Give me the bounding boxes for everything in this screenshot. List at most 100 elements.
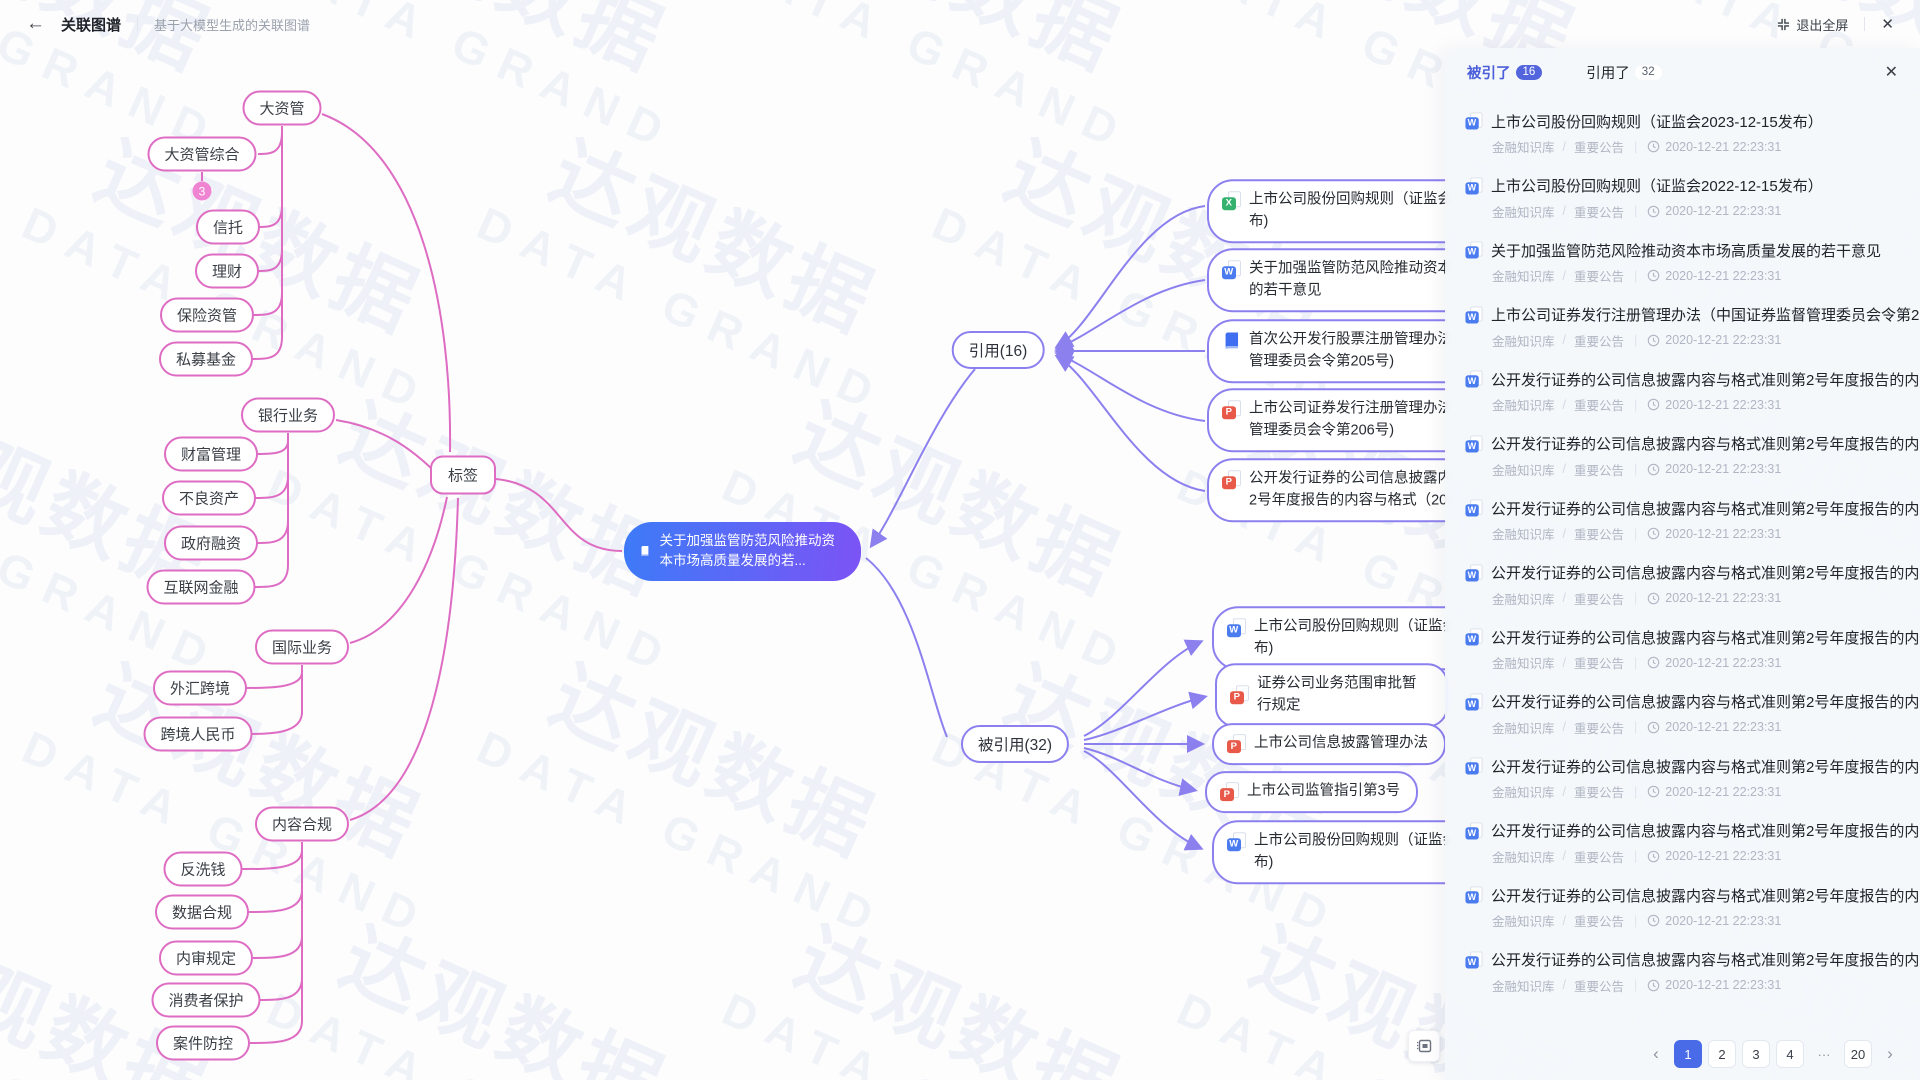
doc-timestamp: 2020-12-21 22:23:31 (1665, 333, 1781, 347)
citedby-doc-node[interactable]: P上市公司监管指引第3号 (1205, 771, 1418, 813)
knowledge-base-label: 金融知识库 (1492, 653, 1555, 672)
collapsed-count-badge[interactable]: 3 (193, 182, 212, 201)
chevron-left-icon[interactable]: ‹ (1644, 1040, 1668, 1068)
tab-cited-by[interactable]: 被引了 16 (1467, 62, 1542, 83)
word-doc-icon: W (1465, 112, 1482, 129)
doc-title: 公开发行证券的公司信息披露内容与格式准则第2号年度报告的内… (1491, 885, 1920, 906)
tags-root-node[interactable]: 标签 (430, 456, 496, 495)
doc-title: 上市公司证券发行注册管理办法（中国证券监督管理委员会令第2… (1491, 304, 1920, 325)
tag-node[interactable]: 政府融资 (164, 526, 258, 561)
close-icon[interactable]: ✕ (1881, 15, 1894, 33)
knowledge-base-label: 金融知识库 (1492, 202, 1555, 221)
page-button[interactable]: 20 (1844, 1040, 1872, 1068)
doc-timestamp: 2020-12-21 22:23:31 (1665, 914, 1781, 928)
doc-title: 上市公司股份回购规则（证监会2023-12-15发布） (1491, 111, 1823, 132)
document-list-item[interactable]: W上市公司股份回购规则（证监会2023-12-15发布）金融知识库/重要公告|2… (1465, 108, 1920, 173)
tag-node[interactable]: 信托 (196, 210, 260, 245)
minimap-toggle-button[interactable] (1408, 1030, 1440, 1062)
cited-doc-node[interactable]: P公开发行证券的公司信息披露内2号年度报告的内容与格式（20 (1207, 458, 1448, 522)
cited-doc-node[interactable]: W关于加强监管防范风险推动资本的若干意见 (1207, 248, 1448, 312)
page-button[interactable]: 3 (1742, 1040, 1770, 1068)
page-button[interactable]: 1 (1674, 1040, 1702, 1068)
knowledge-graph-canvas[interactable]: 大资管大资管综合信托理财保险资管私募基金银行业务财富管理不良资产政府融资互联网金… (0, 0, 1448, 1080)
citedby-doc-node[interactable]: P证券公司业务范围审批暂行规定 (1215, 663, 1448, 727)
tag-node[interactable]: 大资管综合 (147, 137, 256, 172)
cited-doc-node[interactable]: X上市公司股份回购规则（证监会布) (1207, 179, 1448, 243)
tag-node[interactable]: 跨境人民币 (143, 717, 252, 752)
cited-by-count-badge: 16 (1516, 65, 1543, 80)
knowledge-base-label: 金融知识库 (1492, 460, 1555, 479)
header-divider (137, 17, 138, 31)
document-list-item[interactable]: W公开发行证券的公司信息披露内容与格式准则第2号年度报告的内…金融知识库/重要公… (1465, 818, 1920, 883)
exit-fullscreen-button[interactable]: 退出全屏 (1777, 15, 1848, 34)
document-list-item[interactable]: W公开发行证券的公司信息披露内容与格式准则第2号年度报告的内…金融知识库/重要公… (1465, 753, 1920, 818)
citedby-hub-node[interactable]: 被引用(32) (961, 725, 1069, 763)
clock-icon (1647, 334, 1660, 347)
tag-node[interactable]: 国际业务 (255, 630, 349, 665)
knowledge-base-label: 金融知识库 (1492, 137, 1555, 156)
document-list: W上市公司股份回购规则（证监会2023-12-15发布）金融知识库/重要公告|2… (1445, 100, 1920, 1011)
citedby-doc-node[interactable]: W上市公司股份回购规则（证监会布) (1212, 820, 1448, 884)
tag-node[interactable]: 私募基金 (159, 342, 253, 377)
tag-node[interactable]: 银行业务 (241, 398, 335, 433)
doc-timestamp: 2020-12-21 22:23:31 (1665, 140, 1781, 154)
word-doc-icon: W (1465, 628, 1482, 645)
tag-node[interactable]: 保险资管 (160, 298, 254, 333)
ppt-doc-icon: P (1230, 686, 1249, 705)
tag-node[interactable]: 内审规定 (159, 941, 253, 976)
document-list-item[interactable]: W公开发行证券的公司信息披露内容与格式准则第2号年度报告的内…金融知识库/重要公… (1465, 689, 1920, 754)
word-doc-icon: W (1465, 177, 1482, 194)
center-document-node[interactable]: 关于加强监管防范风险推动资本市场高质量发展的若... (624, 522, 861, 581)
tag-node[interactable]: 互联网金融 (146, 570, 255, 605)
pagination-ellipsis: ··· (1810, 1040, 1838, 1068)
document-list-item[interactable]: W公开发行证券的公司信息披露内容与格式准则第2号年度报告的内…金融知识库/重要公… (1465, 495, 1920, 560)
document-list-item[interactable]: W公开发行证券的公司信息披露内容与格式准则第2号年度报告的内…金融知识库/重要公… (1465, 366, 1920, 431)
tag-node[interactable]: 大资管 (242, 91, 321, 126)
citedby-doc-node[interactable]: P上市公司信息披露管理办法 (1212, 723, 1446, 765)
panel-close-icon[interactable]: ✕ (1885, 62, 1898, 82)
document-list-item[interactable]: W上市公司股份回购规则（证监会2022-12-15发布）金融知识库/重要公告|2… (1465, 173, 1920, 238)
tag-node[interactable]: 案件防控 (156, 1026, 250, 1061)
doc-timestamp: 2020-12-21 22:23:31 (1665, 978, 1781, 992)
tag-node[interactable]: 外汇跨境 (153, 671, 247, 706)
tag-node[interactable]: 理财 (195, 254, 259, 289)
tag-node[interactable]: 反洗钱 (163, 852, 242, 887)
pagination: ‹1234···20› (1644, 1040, 1902, 1068)
word-doc-icon: W (1465, 370, 1482, 387)
tag-node[interactable]: 不良资产 (162, 481, 256, 516)
clock-icon (1647, 785, 1660, 798)
top-bar: ← 关联图谱 基于大模型生成的关联图谱 退出全屏 ✕ (0, 0, 1920, 48)
doc-timestamp: 2020-12-21 22:23:31 (1665, 398, 1781, 412)
tag-node[interactable]: 数据合规 (155, 895, 249, 930)
citedby-doc-node[interactable]: W上市公司股份回购规则（证监会布) (1212, 606, 1448, 670)
doc-tag-label: 重要公告 (1574, 137, 1624, 156)
document-list-item[interactable]: W公开发行证券的公司信息披露内容与格式准则第2号年度报告的内…金融知识库/重要公… (1465, 560, 1920, 625)
document-list-item[interactable]: W公开发行证券的公司信息披露内容与格式准则第2号年度报告的内…金融知识库/重要公… (1465, 624, 1920, 689)
document-list-item[interactable]: W公开发行证券的公司信息披露内容与格式准则第2号年度报告的内…金融知识库/重要公… (1465, 882, 1920, 947)
doc-timestamp: 2020-12-21 22:23:31 (1665, 591, 1781, 605)
clock-icon (1647, 592, 1660, 605)
cited-hub-node[interactable]: 引用(16) (952, 331, 1045, 369)
clock-icon (1647, 398, 1660, 411)
doc-tag-label: 重要公告 (1574, 718, 1624, 737)
tab-cites[interactable]: 引用了 32 (1586, 62, 1661, 83)
tag-node[interactable]: 财富管理 (164, 437, 258, 472)
tag-node[interactable]: 内容合规 (255, 807, 349, 842)
cited-doc-node[interactable]: 首次公开发行股票注册管理办法管理委员会令第205号) (1207, 319, 1448, 383)
document-list-item[interactable]: W公开发行证券的公司信息披露内容与格式准则第2号年度报告的内…金融知识库/重要公… (1465, 431, 1920, 496)
document-list-item[interactable]: W上市公司证券发行注册管理办法（中国证券监督管理委员会令第2…金融知识库/重要公… (1465, 302, 1920, 367)
page-button[interactable]: 2 (1708, 1040, 1736, 1068)
doc-tag-label: 重要公告 (1574, 266, 1624, 285)
clock-icon (1647, 721, 1660, 734)
back-arrow-icon[interactable]: ← (26, 13, 45, 35)
page-button[interactable]: 4 (1776, 1040, 1804, 1068)
tag-node[interactable]: 消费者保护 (151, 983, 260, 1018)
document-list-item[interactable]: W公开发行证券的公司信息披露内容与格式准则第2号年度报告的内…金融知识库/重要公… (1465, 947, 1920, 1012)
doc-title: 关于加强监管防范风险推动资本市场高质量发展的若干意见 (1491, 240, 1881, 261)
word-doc-icon: W (1227, 832, 1246, 851)
header-divider (1864, 17, 1865, 31)
excel-doc-icon: X (1222, 191, 1241, 210)
document-list-item[interactable]: W关于加强监管防范风险推动资本市场高质量发展的若干意见金融知识库/重要公告|20… (1465, 237, 1920, 302)
cited-doc-node[interactable]: P上市公司证券发行注册管理办法管理委员会令第206号) (1207, 388, 1448, 452)
chevron-right-icon[interactable]: › (1878, 1040, 1902, 1068)
